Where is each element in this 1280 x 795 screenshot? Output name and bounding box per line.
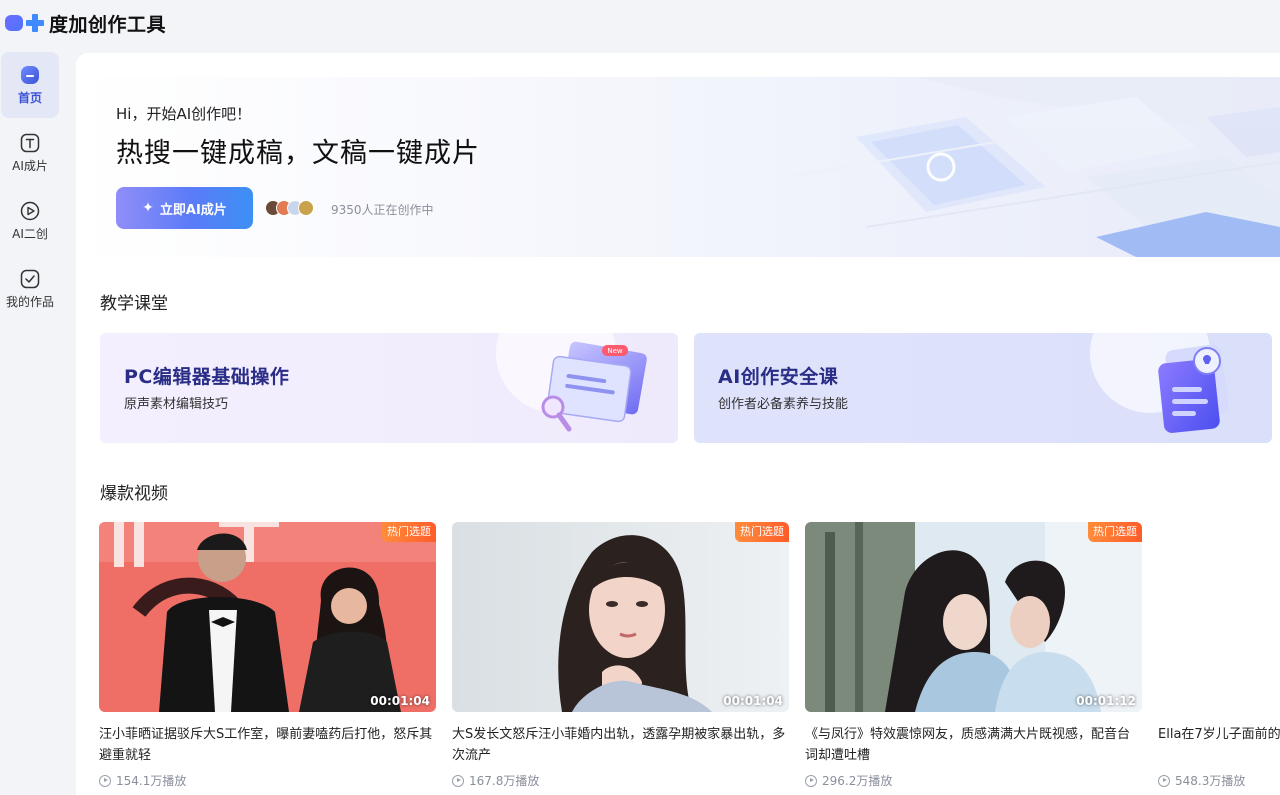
hero-greeting: Hi，开始AI创作吧！ [116, 105, 252, 123]
course-title: PC编辑器基础操作 [124, 366, 290, 388]
creating-count: 9350人正在创作中 [331, 203, 434, 217]
home-icon [20, 65, 40, 85]
course-subtitle: 原声素材编辑技巧 [124, 397, 229, 412]
section-title-courses: 教学课堂 [100, 294, 168, 314]
sidebar-item-ai-remix[interactable]: AI二创 [1, 188, 59, 254]
sparkle-icon: ✦ [142, 200, 154, 216]
text-t-icon [20, 133, 40, 153]
video-duration: 00:01:04 [723, 694, 783, 708]
play-count-icon [805, 774, 817, 787]
video-list: 热门选题 00:01:04 汪小菲晒证据驳斥大S工作室，曝前妻嗑药后打他，怒斥其… [99, 522, 1280, 795]
play-count-icon [99, 774, 111, 787]
video-title[interactable]: 大S发长文怒斥汪小菲婚内出轨，透露孕期被家暴出轨，多次流产 [452, 724, 789, 766]
top-bar: 度加创作工具 [0, 0, 1280, 46]
video-thumbnail[interactable]: 热门选题 00:01:12 [805, 522, 1142, 712]
hot-topic-badge: 热门选题 [1088, 522, 1142, 542]
hot-topic-badge: 热门选题 [735, 522, 789, 542]
video-title[interactable]: 汪小菲晒证据驳斥大S工作室，曝前妻嗑药后打他，怒斥其避重就轻 [99, 724, 436, 766]
hero-title: 热搜一键成稿，文稿一键成片 [116, 138, 480, 169]
video-thumbnail-image [452, 522, 789, 712]
video-plays: 167.8万播放 [469, 774, 540, 788]
course-card-ai-safety[interactable]: AI创作安全课 创作者必备素养与技能 [694, 333, 1272, 443]
video-card[interactable]: 热门选题 00:01:12 《与凤行》特效震惊网友，质感满满大片既视感，配音台词… [805, 522, 1142, 789]
start-ai-video-label: 立即AI成片 [159, 202, 227, 218]
video-thumbnail[interactable]: 热门选题 00:01:04 [99, 522, 436, 712]
hot-topic-badge: 热门选题 [382, 522, 436, 542]
avatar [298, 200, 314, 216]
hero-banner: Hi，开始AI创作吧！ 热搜一键成稿，文稿一键成片 ✦ 立即AI成片 9350人… [76, 77, 1280, 257]
play-count-icon [1158, 774, 1170, 787]
hero-illustration [785, 77, 1280, 257]
video-plays: 296.2万播放 [822, 774, 893, 788]
video-plays: 154.1万播放 [116, 774, 187, 788]
sidebar-item-home[interactable]: 首页 [1, 52, 59, 118]
checkbox-icon [20, 269, 40, 289]
video-thumbnail-image [805, 522, 1142, 712]
sidebar-item-label: AI成片 [12, 158, 48, 173]
video-card[interactable]: Ella在7岁儿子面前的槽：把无知当有趣 548.3万播放 [1158, 522, 1280, 789]
document-bulb-icon [1158, 344, 1229, 433]
main-panel: Hi，开始AI创作吧！ 热搜一键成稿，文稿一键成片 ✦ 立即AI成片 9350人… [76, 53, 1280, 795]
sidebar-item-label: AI二创 [12, 226, 48, 241]
course-subtitle: 创作者必备素养与技能 [718, 397, 849, 412]
play-icon [20, 201, 40, 221]
sidebar-item-my-works[interactable]: 我的作品 [1, 256, 59, 322]
video-card[interactable]: 热门选题 00:01:04 汪小菲晒证据驳斥大S工作室，曝前妻嗑药后打他，怒斥其… [99, 522, 436, 789]
creator-avatars [265, 200, 314, 216]
sidebar-item-label: 首页 [17, 90, 42, 105]
section-title-videos: 爆款视频 [100, 484, 168, 504]
course-card-pc-editor[interactable]: PC编辑器基础操作 原声素材编辑技巧 New [100, 333, 678, 443]
play-count-icon [452, 774, 464, 787]
video-duration: 00:01:04 [370, 694, 430, 708]
video-duration: 00:01:12 [1076, 694, 1136, 708]
video-thumbnail-empty [1158, 522, 1280, 712]
course-title: AI创作安全课 [718, 366, 839, 388]
start-ai-video-button[interactable]: ✦ 立即AI成片 [116, 187, 253, 229]
editor-window-icon: New [541, 341, 647, 432]
app-title[interactable]: 度加创作工具 [49, 10, 166, 37]
video-card[interactable]: 热门选题 00:01:04 大S发长文怒斥汪小菲婚内出轨，透露孕期被家暴出轨，多… [452, 522, 789, 789]
video-plays: 548.3万播放 [1175, 774, 1246, 788]
logo-icon[interactable] [4, 13, 44, 33]
sidebar-item-ai-video[interactable]: AI成片 [1, 120, 59, 186]
video-title[interactable]: 《与凤行》特效震惊网友，质感满满大片既视感，配音台词却遭吐槽 [805, 724, 1142, 766]
new-badge: New [607, 347, 623, 355]
video-thumbnail[interactable]: 热门选题 00:01:04 [452, 522, 789, 712]
video-thumbnail-image [99, 522, 436, 712]
sidebar-item-label: 我的作品 [5, 294, 54, 309]
sidebar: 首页 AI成片 AI二创 我的作品 [0, 52, 62, 324]
video-title[interactable]: Ella在7岁儿子面前的槽：把无知当有趣 [1158, 724, 1280, 766]
